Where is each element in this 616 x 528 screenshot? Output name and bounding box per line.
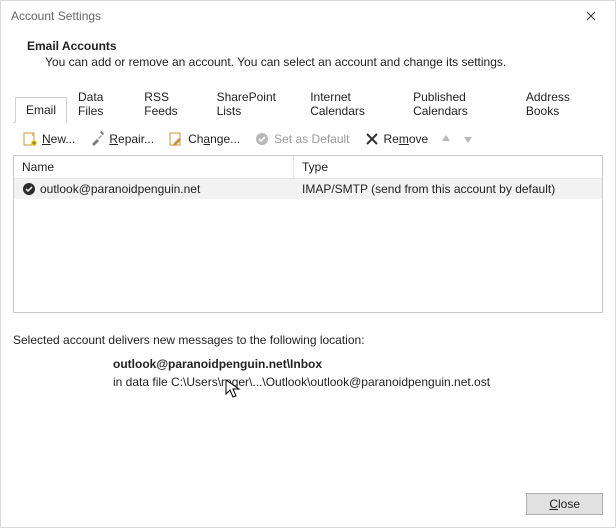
remove-label: Remove bbox=[384, 132, 429, 146]
new-label: New... bbox=[42, 132, 75, 146]
close-icon bbox=[586, 11, 596, 21]
arrow-up-icon bbox=[440, 133, 452, 145]
tab-data-files[interactable]: Data Files bbox=[67, 84, 133, 123]
account-name: outlook@paranoidpenguin.net bbox=[40, 182, 200, 196]
repair-label: Repair... bbox=[109, 132, 154, 146]
delivery-datafile: in data file C:\Users\roger\...\Outlook\… bbox=[13, 371, 603, 389]
window-title: Account Settings bbox=[11, 9, 101, 23]
move-down-button bbox=[459, 130, 477, 148]
remove-icon bbox=[364, 131, 380, 147]
tab-address-books[interactable]: Address Books bbox=[515, 84, 603, 123]
footer: Close bbox=[1, 485, 615, 527]
change-button[interactable]: Change... bbox=[163, 129, 245, 149]
column-header-type[interactable]: Type bbox=[294, 156, 602, 178]
tab-email[interactable]: Email bbox=[15, 97, 67, 123]
repair-icon bbox=[89, 131, 105, 147]
new-icon bbox=[22, 131, 38, 147]
header-title: Email Accounts bbox=[27, 39, 589, 53]
delivery-info: Selected account delivers new messages t… bbox=[13, 313, 603, 389]
titlebar: Account Settings bbox=[1, 1, 615, 31]
accounts-list-header: Name Type bbox=[14, 156, 602, 179]
window-close-button[interactable] bbox=[569, 2, 613, 30]
account-settings-window: Account Settings Email Accounts You can … bbox=[0, 0, 616, 528]
tab-sharepoint-lists[interactable]: SharePoint Lists bbox=[206, 84, 300, 123]
header-subtitle: You can add or remove an account. You ca… bbox=[27, 55, 589, 69]
tab-published-calendars[interactable]: Published Calendars bbox=[402, 84, 515, 123]
set-default-button: Set as Default bbox=[249, 129, 354, 149]
header: Email Accounts You can add or remove an … bbox=[1, 31, 615, 83]
default-account-icon bbox=[22, 182, 36, 196]
arrow-down-icon bbox=[462, 133, 474, 145]
remove-button[interactable]: Remove bbox=[359, 129, 434, 149]
set-default-label: Set as Default bbox=[274, 132, 349, 146]
close-button[interactable]: Close bbox=[526, 493, 603, 515]
delivery-location: outlook@paranoidpenguin.net\Inbox bbox=[13, 357, 603, 371]
change-icon bbox=[168, 131, 184, 147]
table-row[interactable]: outlook@paranoidpenguin.net IMAP/SMTP (s… bbox=[14, 179, 602, 199]
tabs: Email Data Files RSS Feeds SharePoint Li… bbox=[13, 83, 603, 123]
body-area: Email Data Files RSS Feeds SharePoint Li… bbox=[1, 83, 615, 485]
new-button[interactable]: New... bbox=[17, 129, 80, 149]
repair-button[interactable]: Repair... bbox=[84, 129, 159, 149]
change-label: Change... bbox=[188, 132, 240, 146]
accounts-list: Name Type outlook@paranoidpenguin.net IM… bbox=[13, 155, 603, 313]
account-type: IMAP/SMTP (send from this account by def… bbox=[294, 180, 602, 198]
tab-rss-feeds[interactable]: RSS Feeds bbox=[133, 84, 205, 123]
tab-internet-calendars[interactable]: Internet Calendars bbox=[299, 84, 402, 123]
delivery-info-label: Selected account delivers new messages t… bbox=[13, 333, 603, 347]
column-header-name[interactable]: Name bbox=[14, 156, 294, 178]
move-up-button bbox=[437, 130, 455, 148]
accounts-rows: outlook@paranoidpenguin.net IMAP/SMTP (s… bbox=[14, 179, 602, 199]
toolbar: New... Repair... Change... Set as Defaul… bbox=[13, 123, 603, 155]
default-icon bbox=[254, 131, 270, 147]
